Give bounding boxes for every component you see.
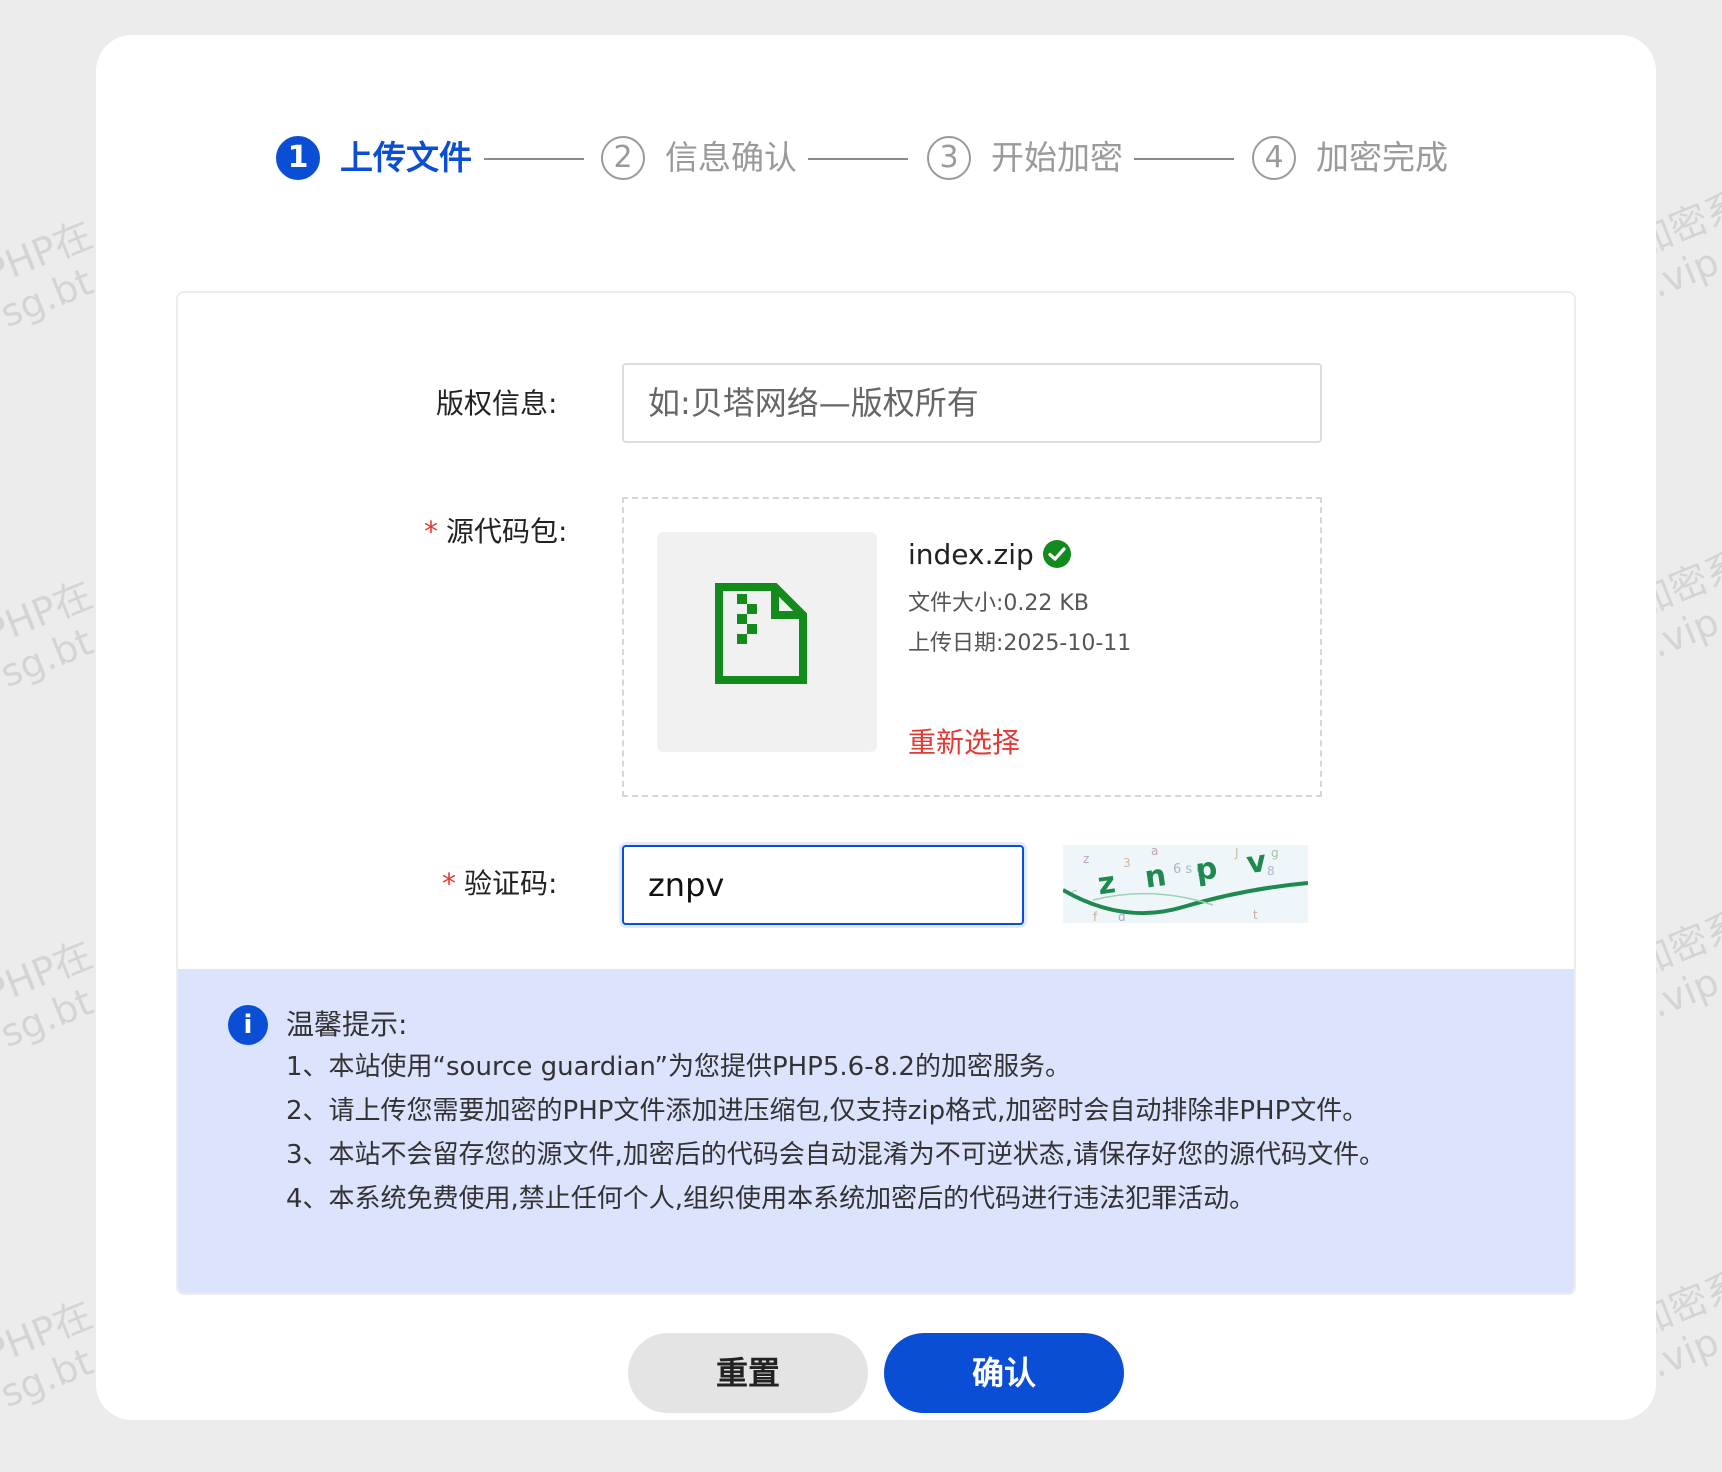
step-3-number: 3: [927, 136, 971, 180]
svg-text:z: z: [1083, 852, 1089, 866]
step-4-label: 加密完成: [1316, 138, 1448, 177]
reset-button[interactable]: 重置: [628, 1333, 868, 1413]
confirm-button[interactable]: 确认: [884, 1333, 1124, 1413]
captcha-image[interactable]: z 3 a 6 s g J g 8 c f d t znpv: [1063, 845, 1308, 923]
file-thumbnail: [657, 532, 877, 752]
source-package-label-row: * 源代码包:: [424, 515, 567, 549]
captcha-input[interactable]: [622, 845, 1024, 925]
file-size-value: 0.22 KB: [1003, 591, 1089, 616]
svg-text:g: g: [1271, 846, 1279, 860]
tip-line: 3、本站不会留存您的源文件,加密后的代码会自动混淆为不可逆状态,请保存好您的源代…: [286, 1140, 1386, 1170]
check-circle-icon: [1043, 540, 1071, 568]
step-divider: [484, 158, 584, 160]
captcha-label-row: * 验证码:: [442, 867, 557, 901]
step-2-number: 2: [601, 136, 645, 180]
file-size: 文件大小:0.22 KB: [908, 589, 1089, 619]
svg-text:J: J: [1234, 846, 1239, 860]
upload-date-label: 上传日期:: [908, 631, 1004, 656]
svg-text:3: 3: [1123, 856, 1131, 870]
required-mark: *: [424, 515, 438, 548]
tip-line: 4、本系统免费使用,禁止任何个人,组织使用本系统加密后的代码进行违法犯罪活动。: [286, 1184, 1256, 1214]
form-panel: 版权信息: *源代码包: index.zip: [176, 291, 1576, 1295]
step-1-number: 1: [276, 136, 320, 180]
upload-date-value: 2025-10-11: [1003, 631, 1132, 656]
step-divider: [1134, 158, 1234, 160]
info-icon: i: [228, 1005, 268, 1045]
tip-line: 2、请上传您需要加密的PHP文件添加进压缩包,仅支持zip格式,加密时会自动排除…: [286, 1096, 1369, 1126]
step-2-label: 信息确认: [665, 138, 797, 177]
step-divider: [808, 158, 908, 160]
required-mark: *: [442, 867, 456, 900]
zip-file-icon: [715, 583, 807, 684]
svg-text:a: a: [1151, 845, 1158, 858]
tips-box: i 温馨提示: 1、本站使用“source guardian”为您提供PHP5.…: [178, 969, 1574, 1293]
copyright-input[interactable]: [622, 363, 1322, 443]
tips-title: 温馨提示:: [286, 1008, 408, 1041]
step-4-number: 4: [1252, 136, 1296, 180]
captcha-label: 验证码:: [464, 867, 558, 900]
source-package-label: 源代码包:: [446, 515, 568, 548]
upload-date: 上传日期:2025-10-11: [908, 629, 1131, 659]
file-name: index.zip: [908, 538, 1034, 571]
encrypt-card: 1 上传文件 2 信息确认 3 开始加密 4 加密完成 版权信息: *源代码包:: [96, 35, 1656, 1420]
svg-text:t: t: [1253, 908, 1258, 922]
copyright-label: 版权信息:: [436, 387, 558, 420]
step-1-label: 上传文件: [340, 138, 472, 177]
upload-area[interactable]: index.zip 文件大小:0.22 KB 上传日期:2025-10-11 重…: [622, 497, 1322, 797]
reselect-link[interactable]: 重新选择: [908, 725, 1020, 761]
tip-line: 1、本站使用“source guardian”为您提供PHP5.6-8.2的加密…: [286, 1052, 1071, 1082]
file-size-label: 文件大小:: [908, 591, 1004, 616]
step-3-label: 开始加密: [991, 138, 1123, 177]
